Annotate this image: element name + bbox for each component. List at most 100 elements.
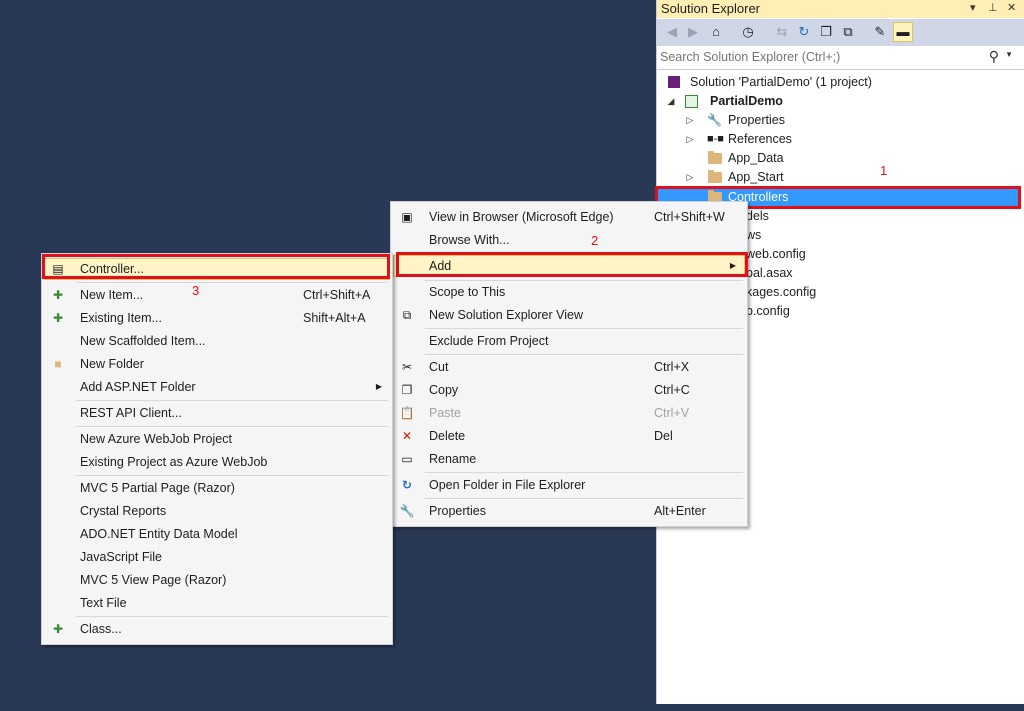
search-input[interactable] [660, 49, 980, 65]
menu-item-existing-azure-webjob[interactable]: Existing Project as Azure WebJob [44, 451, 390, 473]
solution-explorer-search: ⚲ ▼ [657, 47, 1024, 70]
menu-item-copy[interactable]: ❐ Copy Ctrl+C [393, 379, 745, 401]
menu-item-javascript-file[interactable]: JavaScript File [44, 546, 390, 568]
menu-item-scope-to-this[interactable]: Scope to This [393, 281, 745, 303]
new-item-icon: ✚ [52, 288, 64, 302]
menu-item-label: Properties [429, 504, 486, 518]
menu-item-cut[interactable]: ✂ Cut Ctrl+X [393, 356, 745, 378]
close-icon[interactable]: ✕ [1007, 0, 1016, 17]
menu-item-label: New Folder [80, 357, 144, 371]
tree-node-label: App_Start [728, 170, 784, 184]
menu-item-open-folder[interactable]: ↻ Open Folder in File Explorer [393, 474, 745, 496]
dropdown-icon[interactable]: ▾ [970, 0, 976, 17]
collapsed-arrow-icon[interactable]: ▷ [685, 111, 695, 130]
menu-item-new-azure-webjob[interactable]: New Azure WebJob Project [44, 428, 390, 450]
menu-item-browse-with[interactable]: Browse With... [393, 229, 745, 251]
menu-item-label: Crystal Reports [80, 504, 167, 518]
search-options-dropdown-icon[interactable]: ▼ [1005, 50, 1013, 59]
menu-item-label: MVC 5 View Page (Razor) [80, 573, 227, 587]
web-project-icon [685, 95, 698, 108]
menu-item-label: Rename [429, 452, 477, 466]
menu-item-delete[interactable]: ✕ Delete Del [393, 425, 745, 447]
menu-item-label: MVC 5 Partial Page (Razor) [80, 481, 235, 495]
menu-item-rename[interactable]: ▭ Rename [393, 448, 745, 470]
open-folder-arrow-icon: ↻ [401, 478, 413, 492]
delete-x-icon: ✕ [401, 429, 413, 443]
menu-item-mvc-partial-page[interactable]: MVC 5 Partial Page (Razor) [44, 477, 390, 499]
solution-icon [668, 76, 680, 88]
annotation-label-step-1: 1 [880, 163, 888, 178]
properties-wrench-icon[interactable]: ✎ [871, 23, 889, 41]
menu-separator [76, 616, 388, 617]
tree-node-label: PartialDemo [710, 94, 783, 108]
menu-item-label: Scope to This [429, 285, 506, 299]
tree-node-label: Properties [728, 113, 785, 127]
forward-icon[interactable]: ▶ [684, 23, 702, 41]
menu-item-label: New Azure WebJob Project [80, 432, 232, 446]
menu-item-new-item[interactable]: ✚ New Item... Ctrl+Shift+A [44, 284, 390, 306]
menu-item-crystal-reports[interactable]: Crystal Reports [44, 500, 390, 522]
menu-separator [425, 498, 743, 499]
menu-item-label: Cut [429, 360, 449, 374]
menu-item-paste[interactable]: 📋 Paste Ctrl+V [393, 402, 745, 424]
menu-item-shortcut: Ctrl+V [654, 406, 690, 420]
collapsed-arrow-icon[interactable]: ▷ [685, 168, 695, 187]
existing-item-icon: ✚ [52, 311, 64, 325]
menu-item-new-scaffolded-item[interactable]: New Scaffolded Item... [44, 330, 390, 352]
menu-item-view-in-browser[interactable]: ▣ View in Browser (Microsoft Edge) Ctrl+… [393, 206, 745, 228]
tree-node-label: ws [746, 228, 762, 242]
annotation-box-step-2 [396, 252, 748, 277]
scissors-icon: ✂ [401, 360, 413, 374]
context-menu: ▣ View in Browser (Microsoft Edge) Ctrl+… [390, 201, 748, 527]
menu-item-properties[interactable]: 🔧 Properties Alt+Enter [393, 500, 745, 522]
collapse-all-icon[interactable]: ❐ [817, 23, 835, 41]
folder-icon [708, 170, 722, 183]
folder-icon [708, 151, 722, 164]
expanded-arrow-icon[interactable]: ◢ [666, 92, 676, 111]
solution-explorer-title: Solution Explorer [661, 1, 760, 16]
pin-icon[interactable]: ⊥ [988, 0, 998, 17]
tree-node-label: kages.config [746, 285, 817, 299]
menu-item-label: Existing Item... [80, 311, 162, 325]
search-icon[interactable]: ⚲ [989, 48, 999, 65]
menu-item-label: JavaScript File [80, 550, 162, 564]
menu-item-label: Exclude From Project [429, 334, 549, 348]
back-icon[interactable]: ◀ [663, 23, 681, 41]
menu-item-text-file[interactable]: Text File [44, 592, 390, 614]
wrench-icon: 🔧 [399, 504, 415, 518]
preview-selected-icon[interactable]: ▬ [893, 22, 913, 42]
show-all-files-icon[interactable]: ⧉ [839, 23, 857, 41]
menu-item-label: New Item... [80, 288, 144, 302]
references-icon: ■-■ [707, 133, 724, 145]
paste-icon: 📋 [399, 406, 415, 420]
menu-item-shortcut: Shift+Alt+A [303, 311, 366, 325]
browser-icon: ▣ [401, 210, 413, 224]
sync-icon[interactable]: ⇆ [773, 23, 791, 41]
menu-item-shortcut: Ctrl+Shift+A [303, 288, 371, 302]
menu-item-class[interactable]: ✚ Class... [44, 618, 390, 640]
refresh-icon[interactable]: ↻ [795, 23, 813, 41]
menu-item-add-aspnet-folder[interactable]: Add ASP.NET Folder ▶ [44, 376, 390, 398]
menu-item-new-solution-explorer-view[interactable]: ⧉ New Solution Explorer View [393, 304, 745, 326]
copy-icon: ❐ [401, 383, 413, 397]
collapsed-arrow-icon[interactable]: ▷ [685, 130, 695, 149]
menu-item-exclude-from-project[interactable]: Exclude From Project [393, 330, 745, 352]
menu-separator [76, 282, 388, 283]
menu-item-label: New Scaffolded Item... [80, 334, 206, 348]
tree-node-label: References [728, 132, 792, 146]
menu-item-mvc-view-page[interactable]: MVC 5 View Page (Razor) [44, 569, 390, 591]
menu-item-existing-item[interactable]: ✚ Existing Item... Shift+Alt+A [44, 307, 390, 329]
menu-item-rest-api-client[interactable]: REST API Client... [44, 402, 390, 424]
menu-item-shortcut: Ctrl+C [654, 383, 690, 397]
solution-explorer-title-bar: Solution Explorer ▾ ⊥ ✕ [657, 0, 1024, 18]
tree-node-label: App_Data [728, 151, 784, 165]
annotation-box-step-3 [42, 254, 390, 279]
menu-item-new-folder[interactable]: ■ New Folder [44, 353, 390, 375]
class-icon: ✚ [52, 622, 64, 636]
menu-item-adonet-entity-model[interactable]: ADO.NET Entity Data Model [44, 523, 390, 545]
new-folder-icon: ■ [54, 357, 62, 371]
home-icon[interactable]: ⌂ [707, 23, 725, 41]
menu-item-label: Paste [429, 406, 461, 420]
tree-node-label: Solution 'PartialDemo' (1 project) [690, 75, 872, 89]
pending-changes-icon[interactable]: ◷ [739, 23, 757, 41]
